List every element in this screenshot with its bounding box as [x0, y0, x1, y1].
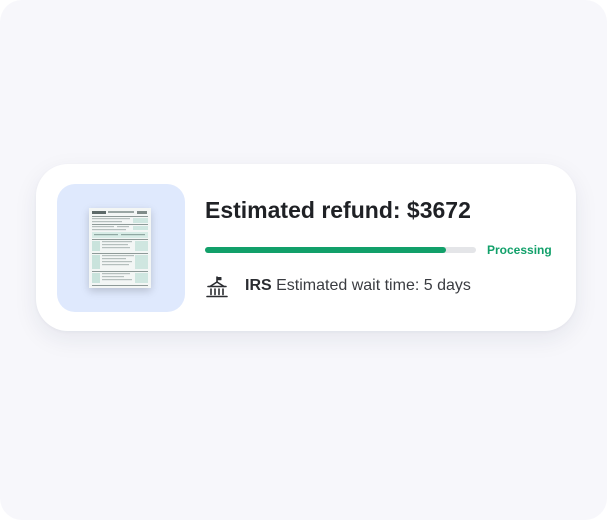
tax-form-document-icon	[89, 208, 151, 288]
agency-label: IRS	[245, 277, 272, 294]
refund-progress-bar	[205, 247, 476, 253]
processing-status-label: Processing	[487, 243, 552, 257]
estimated-refund-title: Estimated refund: $3672	[205, 197, 471, 223]
background-panel: Estimated refund: $3672 Processing IRS E…	[0, 0, 607, 520]
refund-progress-fill	[205, 247, 447, 253]
wait-time-text: Estimated wait time: 5 days	[276, 277, 471, 294]
government-building-icon	[205, 275, 229, 299]
refund-status-card[interactable]: Estimated refund: $3672 Processing IRS E…	[36, 164, 576, 331]
wait-time-row: IRS Estimated wait time: 5 days	[245, 277, 471, 295]
tax-form-thumbnail	[57, 184, 185, 312]
